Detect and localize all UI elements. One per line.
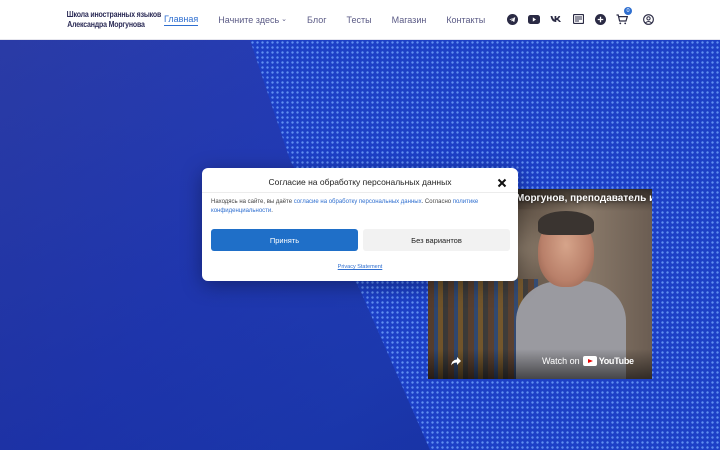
logo-line-1: Школа иностранных языков bbox=[66, 9, 162, 19]
site-logo[interactable]: Школа иностранных языков Александра Морг… bbox=[66, 9, 162, 29]
nav-item-contacts[interactable]: Контакты bbox=[446, 13, 485, 26]
youtube-icon[interactable] bbox=[528, 13, 540, 25]
youtube-logo: YouTube bbox=[582, 356, 634, 366]
privacy-statement-link[interactable]: Privacy Statement bbox=[202, 264, 518, 270]
telegram-icon[interactable] bbox=[506, 13, 518, 25]
youtube-wordmark: YouTube bbox=[598, 356, 634, 366]
logo-line-2: Александра Моргунова bbox=[67, 19, 145, 29]
nav-label: Тесты bbox=[346, 14, 372, 25]
consent-divider bbox=[202, 192, 518, 193]
watch-on-youtube-button[interactable]: Watch on YouTube bbox=[542, 356, 634, 366]
nav-label: Контакты bbox=[446, 14, 486, 25]
cart-count-badge: 0 bbox=[624, 7, 632, 15]
consent-data-processing-link[interactable]: согласие на обработку персональных данны… bbox=[294, 199, 422, 205]
nav-label: Магазин bbox=[391, 14, 427, 25]
deny-button[interactable]: Без вариантов bbox=[363, 229, 510, 251]
nav-label: Блог bbox=[307, 14, 327, 25]
consent-text: Находясь на сайте, вы даёте согласие на … bbox=[211, 198, 501, 216]
consent-text-part-1: Находясь на сайте, вы даёте bbox=[211, 199, 294, 205]
header-icons: 0 bbox=[506, 7, 654, 25]
video-title[interactable]: Моргунов, преподаватель и bbox=[516, 193, 652, 204]
nav-item-home[interactable]: Главная bbox=[164, 13, 199, 26]
nav-item-shop[interactable]: Магазин bbox=[392, 13, 427, 26]
consent-dialog: Согласие на обработку персональных данны… bbox=[202, 168, 518, 281]
plus-icon[interactable] bbox=[594, 13, 606, 25]
site-header: Школа иностранных языков Александра Морг… bbox=[0, 0, 720, 40]
nav-item-blog[interactable]: Блог bbox=[307, 13, 326, 26]
nav-label: Начните здесь bbox=[218, 14, 280, 25]
close-icon[interactable] bbox=[496, 176, 508, 188]
vk-icon[interactable] bbox=[550, 13, 562, 25]
main-nav: Главная Начните здесь ⌄ Блог Тесты Магаз… bbox=[164, 13, 505, 26]
accept-button[interactable]: Принять bbox=[211, 229, 358, 251]
watch-on-label: Watch on bbox=[542, 356, 580, 366]
consent-title: Согласие на обработку персональных данны… bbox=[268, 177, 452, 187]
share-icon[interactable] bbox=[450, 354, 462, 366]
chevron-down-icon: ⌄ bbox=[281, 15, 288, 23]
nav-item-start-here[interactable]: Начните здесь ⌄ bbox=[218, 13, 287, 26]
consent-text-part-3: . bbox=[271, 208, 273, 214]
rss-icon[interactable] bbox=[572, 13, 584, 25]
youtube-play-icon bbox=[582, 356, 597, 366]
cart-icon[interactable]: 0 bbox=[616, 7, 632, 25]
nav-item-tests[interactable]: Тесты bbox=[347, 13, 372, 26]
consent-text-part-2: . Согласно bbox=[421, 199, 453, 205]
nav-label: Главная bbox=[164, 14, 199, 24]
user-icon[interactable] bbox=[642, 13, 654, 25]
video-person-hair bbox=[538, 211, 594, 235]
